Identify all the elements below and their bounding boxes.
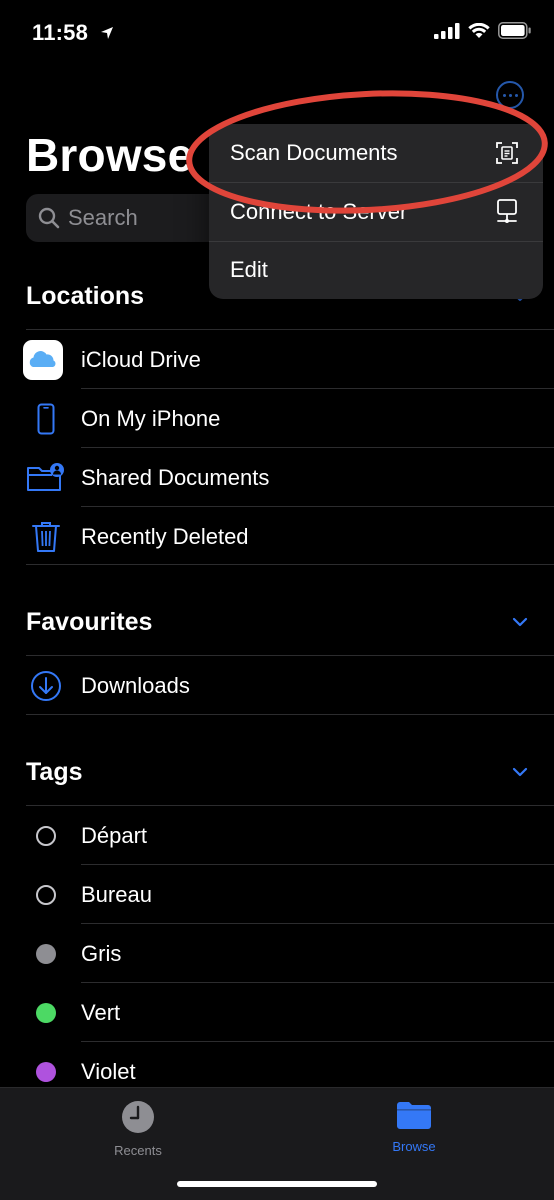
favourite-item-downloads[interactable]: Downloads [26, 656, 554, 715]
download-icon [26, 666, 66, 706]
tag-label: Vert [81, 999, 121, 1025]
divider [26, 564, 554, 565]
menu-item-label: Connect to Server [230, 198, 408, 224]
files-browse-screen: 11:58 Browse Search Locations iCloud Dri… [0, 0, 554, 1200]
location-label: Shared Documents [81, 464, 270, 490]
search-placeholder: Search [68, 205, 138, 230]
location-item-icloud-drive[interactable]: iCloud Drive [23, 330, 554, 389]
tab-browse[interactable]: Browse [354, 1100, 474, 1154]
tag-dot-wrap [26, 993, 66, 1033]
server-icon [497, 199, 517, 223]
tag-label: Départ [81, 822, 148, 848]
menu-item-edit[interactable]: Edit [209, 240, 543, 299]
more-dot [514, 93, 518, 97]
status-bar: 11:58 [0, 0, 554, 66]
tag-item-gris[interactable]: Gris [26, 924, 554, 983]
tag-color-dot [36, 943, 56, 964]
location-arrow-icon [101, 27, 114, 39]
tag-item-bureau[interactable]: Bureau [26, 865, 554, 924]
more-options-button[interactable] [496, 81, 524, 109]
location-item-shared-documents[interactable]: Shared Documents [26, 448, 554, 507]
location-item-on-my-iphone[interactable]: On My iPhone [26, 389, 554, 448]
folder-icon [397, 1102, 431, 1129]
trash-icon [26, 517, 66, 557]
cellular-signal-icon [434, 22, 460, 39]
tag-color-dot [36, 1061, 56, 1082]
clock-icon [122, 1101, 154, 1133]
tag-item-depart[interactable]: Départ [26, 806, 554, 865]
menu-item-label: Edit [230, 257, 268, 283]
section-header-favourites[interactable]: Favourites [26, 608, 152, 637]
divider [26, 714, 554, 715]
more-options-menu: Scan Documents Connect to Server Edit [209, 124, 543, 299]
tag-item-vert[interactable]: Vert [26, 983, 554, 1042]
menu-item-label: Scan Documents [230, 140, 398, 166]
location-label: Recently Deleted [81, 523, 249, 549]
tag-color-dot [36, 1002, 56, 1023]
page-title: Browse [26, 129, 194, 181]
tag-dot-wrap [26, 816, 66, 856]
chevron-down-icon[interactable] [512, 614, 528, 630]
shared-folder-icon [26, 458, 66, 498]
search-icon [38, 207, 60, 229]
more-dot [502, 93, 506, 97]
battery-icon [498, 22, 531, 39]
tag-color-dot [36, 884, 56, 905]
tag-color-dot [36, 825, 56, 846]
tab-label: Recents [114, 1143, 162, 1158]
home-indicator [177, 1181, 377, 1187]
section-header-tags[interactable]: Tags [26, 758, 83, 787]
tab-label: Browse [392, 1139, 436, 1154]
favourite-label: Downloads [81, 672, 190, 698]
menu-item-scan-documents[interactable]: Scan Documents [209, 124, 543, 182]
icloud-icon [23, 339, 63, 380]
tag-dot-wrap [26, 875, 66, 915]
tag-dot-wrap [26, 934, 66, 974]
location-label: iCloud Drive [81, 346, 201, 372]
section-header-locations[interactable]: Locations [26, 282, 144, 311]
tag-label: Bureau [81, 881, 152, 907]
tag-dot-wrap [26, 1052, 66, 1092]
tag-label: Gris [81, 940, 122, 966]
status-time: 11:58 [32, 20, 114, 46]
location-label: On My iPhone [81, 405, 221, 431]
more-dot [508, 93, 512, 97]
menu-item-connect-to-server[interactable]: Connect to Server [209, 182, 543, 240]
iphone-icon [26, 399, 66, 439]
chevron-down-icon[interactable] [512, 764, 528, 780]
location-item-recently-deleted[interactable]: Recently Deleted [26, 507, 554, 566]
scan-document-icon [496, 142, 518, 165]
tag-label: Violet [81, 1058, 136, 1084]
status-icons [434, 22, 532, 39]
wifi-icon [468, 22, 490, 38]
tab-recents[interactable]: Recents [78, 1100, 198, 1158]
